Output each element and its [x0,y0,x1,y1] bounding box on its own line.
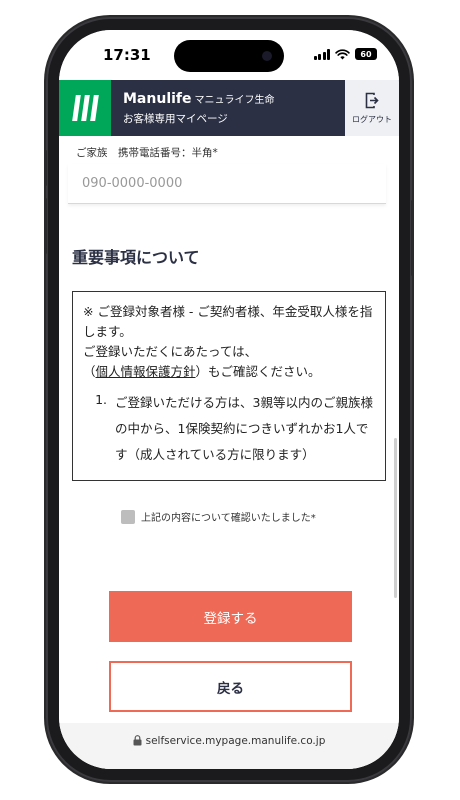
confirm-row[interactable]: 上記の内容について確認いたしました* [121,509,316,524]
list-item: 1. ご登録いただける方は、3親等以内のご親族様の中から、1保険契約につきいずれ… [83,390,377,468]
brand-title: Manulife [123,91,192,107]
phone-side-button [411,200,414,276]
phone-side-button [44,150,47,186]
logout-icon [365,92,379,108]
logout-button[interactable]: ログアウト [345,80,399,136]
signal-icon [313,48,330,60]
family-phone-input[interactable] [68,164,386,204]
wifi-icon [335,48,350,60]
camera-icon [262,51,272,61]
notice-list: 1. ご登録いただける方は、3親等以内のご親族様の中から、1保険契約につきいずれ… [83,390,377,468]
notice-text-3: ）もご確認ください。 [195,364,321,379]
browser-url-bar[interactable]: selfservice.mypage.manulife.co.jp [59,723,399,769]
status-bar: 17:31 60 [59,30,399,80]
notice-text-2: ご登録いただくにあたっては、 [83,344,258,359]
header-subtitle: お客様専用マイページ [123,113,228,125]
phone-side-button [44,198,47,254]
brand-name: Manulife マニュライフ生命 [123,91,275,107]
main-content: ご家族 携帯電話番号：半角* 重要事項について ※ ご登録対象者様 - ご契約者… [59,136,399,769]
brand-subtitle: マニュライフ生命 [194,95,275,106]
open-paren: （ [83,364,96,379]
confirm-checkbox[interactable] [121,509,135,524]
status-icons: 60 [313,48,377,60]
privacy-policy-link[interactable]: 個人情報保護方針 [96,364,196,379]
phone-screen: 17:31 60 Manulife マニュライフ生命 お客様専用マイページ ログ… [59,30,399,769]
confirm-label: 上記の内容について確認いたしました* [141,513,316,524]
section-heading: 重要事項について [72,248,200,267]
dynamic-island [174,40,284,72]
app-header: Manulife マニュライフ生命 お客様専用マイページ ログアウト [59,80,399,136]
battery-icon: 60 [355,48,377,60]
notice-paragraph-2: ご登録いただくにあたっては、 （個人情報保護方針）もご確認ください。 [83,342,377,382]
important-notice-box[interactable]: ※ ご登録対象者様 - ご契約者様、年金受取人様を指します。 ご登録いただくにあ… [72,291,386,481]
logout-label: ログアウト [352,114,392,124]
url-text: selfservice.mypage.manulife.co.jp [145,735,326,747]
list-item-text: ご登録いただける方は、3親等以内のご親族様の中から、1保険契約につきいずれかお1… [115,395,373,462]
list-item-number: 1. [95,392,107,407]
notice-paragraph-1: ※ ご登録対象者様 - ご契約者様、年金受取人様を指します。 [83,304,373,339]
manulife-logo[interactable] [59,80,111,136]
lock-icon [133,735,142,746]
back-button[interactable]: 戻る [109,661,352,712]
scrollbar[interactable] [394,438,397,598]
status-time: 17:31 [103,46,151,64]
register-button[interactable]: 登録する [109,591,352,642]
phone-field-label: ご家族 携帯電話番号：半角* [76,147,218,159]
